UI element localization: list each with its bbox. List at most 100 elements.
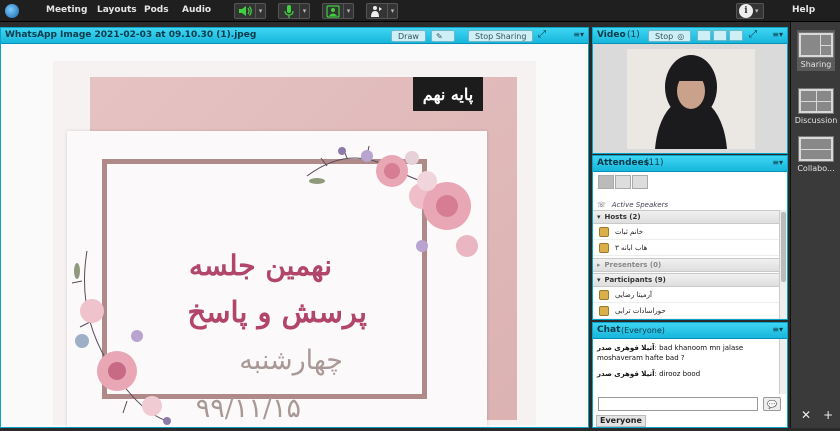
- layout-sharing[interactable]: Sharing: [797, 30, 835, 71]
- chevron-right-icon: ▸: [597, 261, 601, 269]
- top-menu-bar: Meeting Layouts Pods Audio ▾ ▾ ▾ ▾ i ▾ H…: [0, 0, 840, 22]
- chat-message: آتیلا قوهری صدر: dirooz bood: [597, 370, 701, 378]
- menu-help[interactable]: Help: [792, 5, 815, 15]
- info-caret: ▾: [755, 7, 759, 15]
- video-count: (1): [627, 30, 640, 40]
- pod-menu-icon[interactable]: ≡▾: [573, 30, 584, 39]
- pod-menu-icon[interactable]: ≡▾: [772, 30, 783, 39]
- menu-layouts[interactable]: Layouts: [97, 5, 137, 15]
- hosts-section[interactable]: ▾ Hosts (2): [593, 210, 779, 224]
- active-speakers-label: Active Speakers: [611, 201, 669, 209]
- menu-pods[interactable]: Pods: [144, 5, 169, 15]
- menu-meeting[interactable]: Meeting: [46, 5, 87, 15]
- webcam-button[interactable]: ▾: [322, 3, 354, 19]
- fullscreen-icon[interactable]: ⤢: [749, 29, 757, 40]
- share-pod: WhatsApp Image 2021-02-03 at 09.10.30 (1…: [0, 27, 589, 428]
- chat-scrollbar[interactable]: [779, 339, 787, 394]
- chevron-down-icon: ▾: [597, 213, 601, 221]
- attendee-name: هاب ابانه ۳: [615, 244, 648, 252]
- chat-message: آتیلا قوهری صدر: bad khanoom mn jalase m…: [597, 344, 744, 362]
- connect-logo-icon: [5, 4, 19, 18]
- layout-label: Discussion: [794, 116, 838, 125]
- list-item[interactable]: هاب ابانه ۳: [593, 241, 779, 256]
- chat-tab-everyone[interactable]: Everyone: [596, 415, 646, 427]
- focus-view-icon[interactable]: [729, 30, 743, 41]
- video-pod: Video (1) Stop ◎ ⤢ ≡▾: [592, 27, 788, 154]
- menu-audio[interactable]: Audio: [182, 5, 211, 15]
- layout-collaboration[interactable]: Collabo...: [797, 136, 835, 173]
- pod-menu-icon[interactable]: ≡▾: [772, 325, 783, 334]
- status-view-icon[interactable]: [632, 175, 648, 189]
- chat-pod-header: Chat (Everyone) ≡▾: [593, 323, 787, 339]
- chat-pod: Chat (Everyone) ≡▾ آتیلا قوهری صدر: bad …: [592, 322, 788, 428]
- webcam-feed: [627, 49, 755, 149]
- chevron-down-icon[interactable]: ▾: [343, 4, 353, 18]
- presenter-avatar-icon: [627, 49, 755, 149]
- slide-title-line-2: پرسش و پاسخ: [187, 295, 367, 329]
- filmstrip-view-icon[interactable]: [713, 30, 727, 41]
- scroll-thumb[interactable]: [781, 212, 786, 282]
- participants-section[interactable]: ▾ Participants (9): [593, 273, 779, 287]
- layout-discussion[interactable]: Discussion: [794, 88, 838, 125]
- speech-bubble-icon: 💬: [767, 399, 777, 409]
- info-button[interactable]: i ▾: [736, 3, 764, 19]
- annotate-button[interactable]: ✎: [431, 30, 455, 42]
- pod-menu-icon[interactable]: ≡▾: [772, 158, 783, 167]
- slide-card: نهمین جلسه پرسش و پاسخ چهارشنبه ۹۹/۱۱/۱۵: [67, 131, 487, 427]
- chat-scope: (Everyone): [621, 326, 665, 335]
- speaker-icon: [235, 4, 255, 18]
- attendees-count: (11): [645, 158, 664, 168]
- chevron-down-icon: ▾: [597, 276, 601, 284]
- microphone-button[interactable]: ▾: [278, 3, 310, 19]
- stop-sharing-button[interactable]: Stop Sharing: [468, 30, 534, 42]
- chat-input[interactable]: [598, 397, 758, 411]
- share-pod-title: WhatsApp Image 2021-02-03 at 09.10.30 (1…: [5, 30, 257, 40]
- webcam-icon: [323, 4, 343, 18]
- chat-sender: آتیلا قوهری صدر: [597, 370, 655, 378]
- list-item[interactable]: خانم ثبات: [593, 225, 779, 240]
- breakout-icon[interactable]: [615, 175, 631, 189]
- list-item[interactable]: حوراسادات ترابی: [593, 304, 779, 319]
- tools-icon[interactable]: ✕: [801, 408, 811, 422]
- send-message-button[interactable]: 💬: [763, 397, 781, 411]
- status-person-icon: [367, 4, 387, 18]
- share-pod-header: WhatsApp Image 2021-02-03 at 09.10.30 (1…: [1, 28, 588, 44]
- video-content: [593, 44, 787, 153]
- chevron-down-icon[interactable]: ▾: [299, 4, 309, 18]
- flower-wreath-bottom-icon: [71, 250, 171, 425]
- attendees-scrollbar[interactable]: [779, 210, 787, 319]
- add-layout-icon[interactable]: +: [823, 408, 833, 422]
- speaker-button[interactable]: ▾: [234, 3, 266, 19]
- layout-label: Collabo...: [797, 164, 835, 173]
- chat-pod-title: Chat: [597, 325, 621, 335]
- layout-collaboration-thumbnail: [798, 136, 834, 162]
- webcam-small-icon: ◎: [677, 31, 685, 41]
- presenters-label: Presenters (0): [604, 261, 662, 269]
- microphone-icon: [279, 4, 299, 18]
- flower-cluster-right-icon: [416, 171, 478, 257]
- attendee-name: حوراسادات ترابی: [615, 307, 666, 315]
- info-icon: i: [739, 4, 753, 18]
- fullscreen-icon[interactable]: ⤢: [538, 29, 546, 40]
- chat-sender: آتیلا قوهری صدر: [597, 344, 655, 352]
- attendee-name: آرمیتا رضایی: [615, 291, 652, 299]
- chevron-down-icon[interactable]: ▾: [387, 4, 397, 18]
- chevron-down-icon[interactable]: ▾: [255, 4, 265, 18]
- layout-label: Sharing: [800, 60, 832, 69]
- slide-date: ۹۹/۱۱/۱۵: [195, 393, 301, 424]
- shared-image: پایه نهم نهمین جلسه پرسش و پاسخ چهارشنبه…: [53, 61, 536, 427]
- raise-hand-button[interactable]: ▾: [366, 3, 398, 19]
- chat-text: dirooz bood: [659, 370, 701, 378]
- layout-tools: ✕ +: [801, 408, 833, 422]
- hosts-label: Hosts (2): [604, 213, 641, 221]
- presenters-section[interactable]: ▸ Presenters (0): [593, 258, 779, 272]
- stop-video-button[interactable]: Stop ◎: [648, 30, 692, 42]
- layouts-bar: Sharing Discussion Collabo... ✕ +: [790, 22, 840, 428]
- grid-view-icon[interactable]: [697, 30, 711, 41]
- list-view-icon[interactable]: [598, 175, 614, 189]
- list-item[interactable]: آرمیتا رضایی: [593, 288, 779, 303]
- stop-video-label: Stop: [655, 31, 674, 41]
- pencil-icon: ✎: [436, 31, 443, 41]
- video-pod-title: Video: [597, 30, 626, 40]
- draw-button[interactable]: Draw: [391, 30, 426, 42]
